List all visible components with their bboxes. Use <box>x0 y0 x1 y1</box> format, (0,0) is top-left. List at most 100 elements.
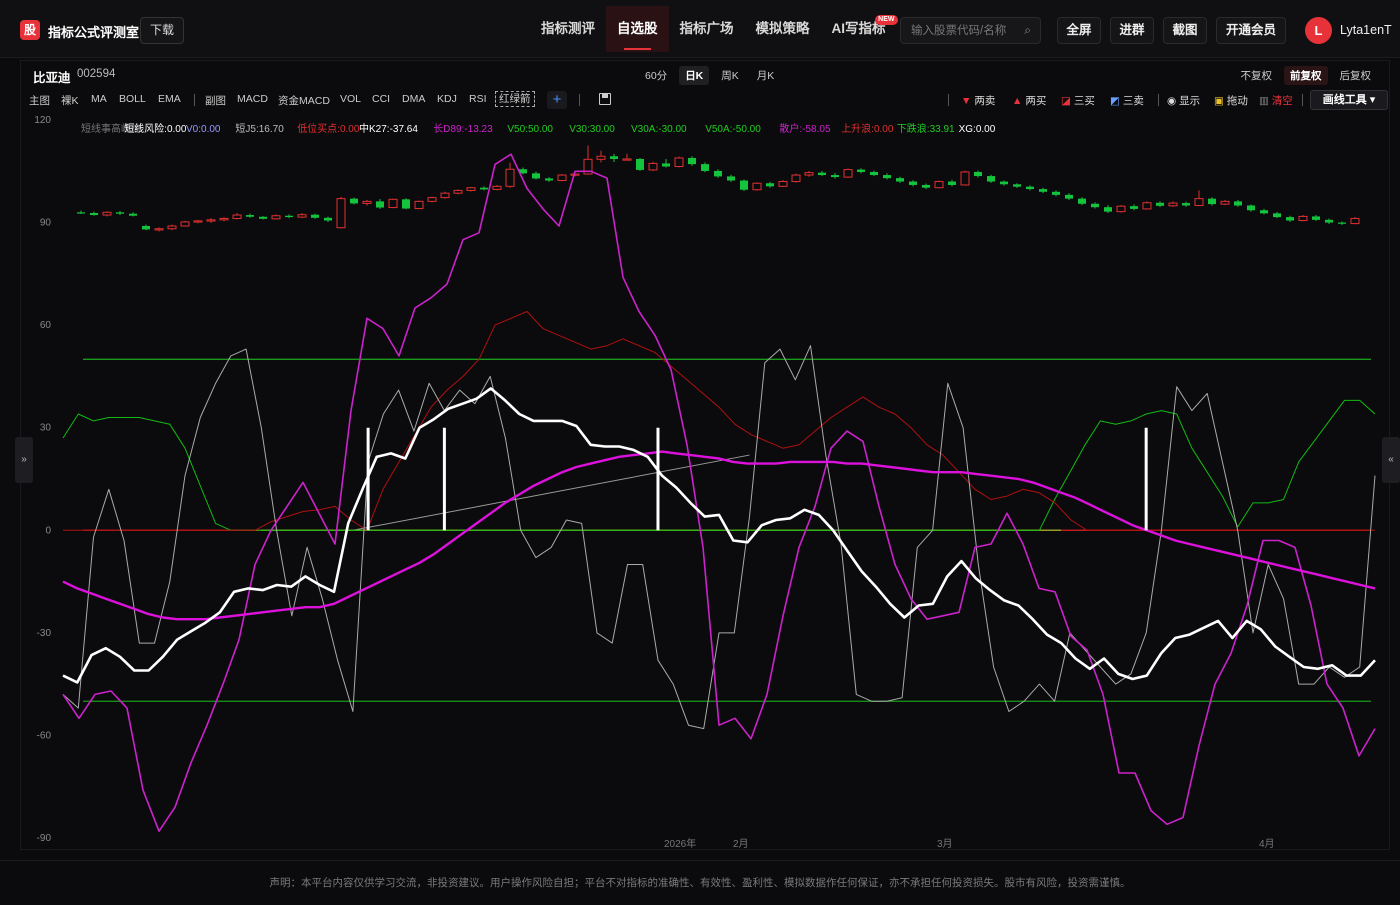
fullscreen-button[interactable]: 全屏 <box>1057 17 1101 44</box>
tab-weekly[interactable]: 周K <box>715 66 745 85</box>
nav-indicator-square[interactable]: 指标广场 <box>669 6 745 52</box>
candle-body <box>545 178 553 181</box>
nav-ai-indicator[interactable]: AI写指标 NEW <box>821 6 900 52</box>
tab-60min[interactable]: 60分 <box>639 66 673 85</box>
candle-body <box>1260 210 1268 214</box>
app-logo[interactable]: 股 <box>20 20 40 40</box>
tool-label: 三卖 <box>1122 95 1144 107</box>
collapse-right-button[interactable]: « <box>1382 437 1400 483</box>
legend-item: V50A:-50.00 <box>705 124 761 135</box>
candle-body <box>960 171 970 186</box>
candle-body <box>648 162 658 171</box>
down-triangle-icon: ▼ <box>961 95 972 107</box>
avatar[interactable]: L <box>1305 17 1332 44</box>
indicator-main-chart[interactable]: 主图 <box>29 93 50 108</box>
candle-body <box>297 214 307 218</box>
show-tool[interactable]: ◉ 显示 <box>1167 93 1200 108</box>
indicator-chart[interactable]: 1209060300-30-60-90短线事高峰信短线风险:0.00 V0:0.0… <box>21 113 1381 848</box>
candle-body <box>154 228 164 231</box>
candle-body <box>142 225 150 230</box>
y-tick-label: 90 <box>40 218 52 229</box>
indicator-red-green-arrow[interactable]: 红绿箭 <box>495 91 535 107</box>
candle-body <box>102 211 112 216</box>
sell2-tool[interactable]: ▼ 两卖 <box>961 93 995 108</box>
candle-body <box>362 200 372 204</box>
nav-simulated-strategy[interactable]: 模拟策略 <box>745 6 821 52</box>
candle-body <box>193 220 203 223</box>
screenshot-button[interactable]: 截图 <box>1163 17 1207 44</box>
lock-icon: ▣ <box>1214 95 1224 107</box>
indicator-bar: 主图 裸K MA BOLL EMA 副图 MACD 资金MACD VOL CCI… <box>21 89 1389 111</box>
candle-body <box>271 215 281 220</box>
candle-body <box>180 221 190 227</box>
nav-label: 自选股 <box>617 21 658 36</box>
indicator-ema[interactable]: EMA <box>158 93 181 105</box>
indicator-vol[interactable]: VOL <box>340 93 361 105</box>
candle-body <box>1130 206 1138 209</box>
tab-daily[interactable]: 日K <box>679 66 710 85</box>
x-tick-label: 3月 <box>937 838 953 848</box>
add-indicator-button[interactable]: + <box>547 91 567 109</box>
search-icon[interactable]: ⌕ <box>1024 23 1031 38</box>
tab-no-adjust[interactable]: 不复权 <box>1235 66 1279 85</box>
tab-monthly[interactable]: 月K <box>751 66 781 85</box>
vip-button[interactable]: 开通会员 <box>1216 17 1286 44</box>
indicator-rsi[interactable]: RSI <box>469 93 487 105</box>
username[interactable]: Lyta1enT <box>1340 23 1392 37</box>
nav-label: 指标广场 <box>679 21 734 36</box>
candle-body <box>922 184 930 188</box>
candle-body <box>896 178 904 182</box>
candle-body <box>219 217 229 221</box>
indicator-ma[interactable]: MA <box>91 93 107 105</box>
candle-body <box>259 216 267 219</box>
buy3-tool[interactable]: ◪ 三买 <box>1061 93 1095 108</box>
clear-tool[interactable]: ▥ 清空 <box>1259 93 1293 108</box>
indicator-kdj[interactable]: KDJ <box>437 93 457 105</box>
save-icon[interactable] <box>599 93 611 105</box>
y-tick-label: -90 <box>37 833 52 844</box>
candle-body <box>857 169 865 172</box>
indicator-cci[interactable]: CCI <box>372 93 390 105</box>
download-button[interactable]: 下载 <box>140 17 184 44</box>
x-tick-label: 2月 <box>733 838 749 848</box>
indicator-macd[interactable]: MACD <box>237 93 268 105</box>
sell3-tool[interactable]: ◩ 三卖 <box>1110 93 1144 108</box>
tool-label: 两卖 <box>974 95 996 107</box>
candle-body <box>688 157 696 165</box>
join-group-button[interactable]: 进群 <box>1110 17 1154 44</box>
tool-label: 画线工具 <box>1322 94 1367 106</box>
search-input[interactable] <box>909 22 1019 40</box>
drag-tool[interactable]: ▣ 拖动 <box>1214 93 1248 108</box>
up-triangle-icon: ▲ <box>1012 95 1023 107</box>
legend-item: 中K27:-37.64 <box>359 122 418 135</box>
buy2-tool[interactable]: ▲ 两买 <box>1012 93 1046 108</box>
indicator-bare-k[interactable]: 裸K <box>61 93 79 108</box>
candle-body <box>1156 202 1164 206</box>
candle-body <box>1052 191 1060 195</box>
series-line <box>62 345 1376 730</box>
legend-item: 短J5:16.70 <box>235 122 284 135</box>
candle-body <box>129 213 137 216</box>
tab-backward-adjust[interactable]: 后复权 <box>1334 66 1378 85</box>
candle-body <box>870 171 878 176</box>
candle-body <box>1247 205 1255 211</box>
candle-body <box>791 174 801 183</box>
indicator-fund-macd[interactable]: 资金MACD <box>278 93 330 108</box>
draw-tools-button[interactable]: 画线工具 ▾ <box>1310 90 1388 110</box>
divider <box>194 94 195 106</box>
candle-body <box>1116 205 1126 213</box>
candle-body <box>246 215 254 217</box>
divider <box>948 94 949 106</box>
nav-watchlist[interactable]: 自选股 <box>606 6 669 52</box>
y-tick-label: 120 <box>34 115 51 126</box>
indicator-boll[interactable]: BOLL <box>119 93 146 105</box>
candle-body <box>1168 202 1178 207</box>
indicator-dma[interactable]: DMA <box>402 93 425 105</box>
legend-item: 散户:-58.05 <box>779 122 831 135</box>
nav-label: 指标测评 <box>541 21 595 36</box>
legend-item: 长D89:-13.23 <box>433 123 493 135</box>
indicator-sub-chart[interactable]: 副图 <box>205 93 226 108</box>
candle-body <box>167 225 177 230</box>
nav-indicator-review[interactable]: 指标测评 <box>530 6 606 52</box>
tab-forward-adjust[interactable]: 前复权 <box>1284 66 1328 85</box>
